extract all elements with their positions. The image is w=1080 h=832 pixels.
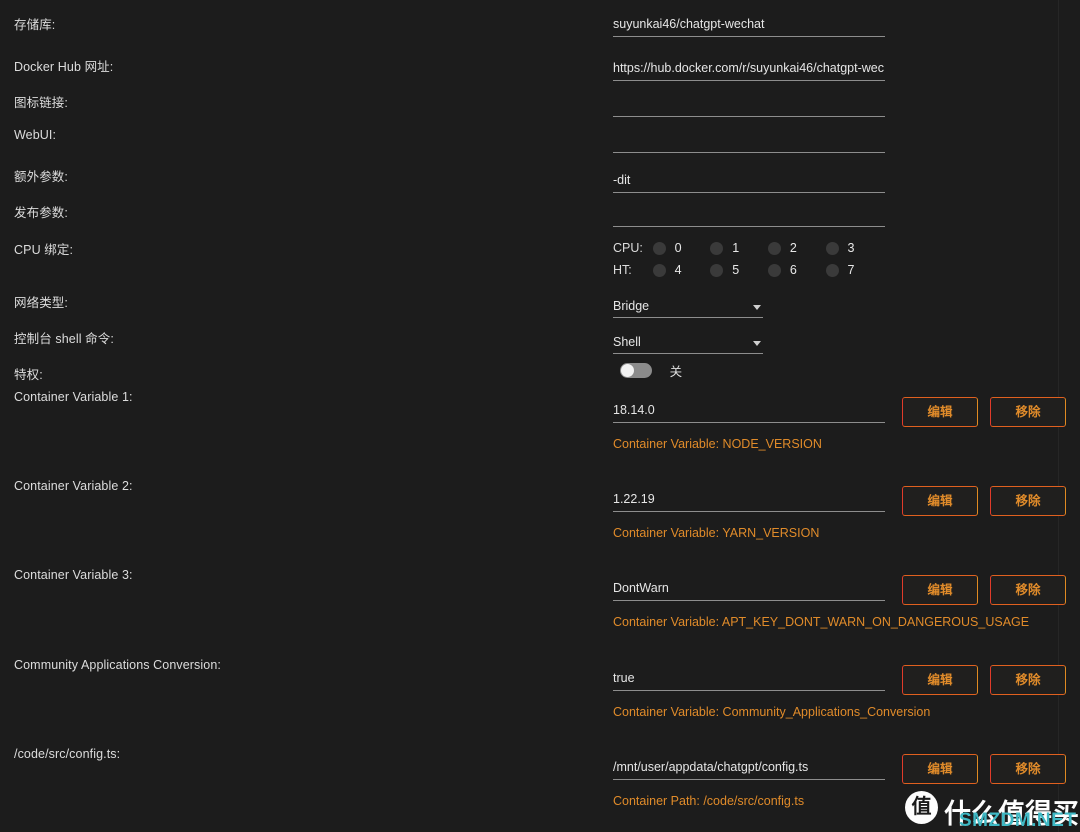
label-container-variable-3: Container Variable 3: bbox=[14, 568, 133, 582]
caption-community-conversion: Container Variable: Community_Applicatio… bbox=[613, 705, 931, 719]
community-conversion-value: true bbox=[613, 671, 635, 685]
privileged-toggle-state: 关 bbox=[669, 365, 683, 379]
ht-core-radio-6[interactable] bbox=[767, 263, 781, 277]
cpu-core-label-1: 1 bbox=[732, 241, 740, 256]
icon-url-input[interactable] bbox=[613, 88, 885, 117]
docker-hub-url-input-value: https://hub.docker.com/r/suyunkai46/chat… bbox=[613, 61, 884, 75]
network-type-select-value: Bridge bbox=[613, 299, 650, 313]
container-variable-2-input[interactable]: 1.22.19 bbox=[613, 483, 885, 512]
label-privileged: 特权: bbox=[14, 368, 43, 382]
cpu-pinning-grid: CPU: 0 1 2 3 HT: 4 5 6 7 bbox=[613, 239, 880, 283]
remove-button-config-ts[interactable]: 移除 bbox=[990, 754, 1066, 784]
repository-input-value: suyunkai46/chatgpt-wechat bbox=[613, 17, 765, 31]
webui-input[interactable] bbox=[613, 124, 885, 153]
cpu-core-cell[interactable]: 0 bbox=[652, 240, 707, 256]
label-console-shell: 控制台 shell 命令: bbox=[14, 332, 114, 346]
edit-button-config-ts[interactable]: 编辑 bbox=[902, 754, 978, 784]
label-docker-hub-url: Docker Hub 网址: bbox=[14, 60, 114, 74]
label-webui: WebUI: bbox=[14, 128, 57, 142]
container-variable-3-value: DontWarn bbox=[613, 581, 669, 595]
edit-button-variable-1[interactable]: 编辑 bbox=[902, 397, 978, 427]
label-repository: 存储库: bbox=[14, 18, 56, 32]
network-type-select[interactable]: Bridge bbox=[613, 291, 763, 318]
ht-core-radio-4[interactable] bbox=[652, 263, 666, 277]
ht-row-tag: HT: bbox=[613, 262, 632, 277]
ht-core-radio-5[interactable] bbox=[710, 263, 724, 277]
chevron-down-icon bbox=[753, 341, 761, 346]
label-container-variable-2: Container Variable 2: bbox=[14, 479, 133, 493]
ht-core-label-4: 4 bbox=[674, 263, 682, 278]
cpu-core-radio-2[interactable] bbox=[767, 241, 781, 255]
config-ts-host-path-value: /mnt/user/appdata/chatgpt/config.ts bbox=[613, 760, 809, 774]
repository-input[interactable]: suyunkai46/chatgpt-wechat bbox=[613, 8, 885, 37]
extra-parameters-input[interactable]: -dit bbox=[613, 164, 885, 193]
label-post-arguments: 发布参数: bbox=[14, 206, 68, 220]
ht-core-radio-7[interactable] bbox=[825, 263, 839, 277]
privileged-toggle[interactable] bbox=[620, 363, 652, 378]
container-variable-1-value: 18.14.0 bbox=[613, 403, 655, 417]
label-container-variable-1: Container Variable 1: bbox=[14, 390, 133, 404]
container-variable-3-input[interactable]: DontWarn bbox=[613, 572, 885, 601]
caption-config-ts-container-path: Container Path: /code/src/config.ts bbox=[613, 794, 805, 808]
remove-button-variable-2[interactable]: 移除 bbox=[990, 486, 1066, 516]
cpu-row-tag: CPU: bbox=[613, 240, 643, 255]
watermark-site: SMZDM.NET bbox=[959, 810, 1077, 831]
cpu-core-label-3: 3 bbox=[847, 241, 855, 256]
community-conversion-input[interactable]: true bbox=[613, 662, 885, 691]
label-network-type: 网络类型: bbox=[14, 296, 68, 310]
caption-container-variable-1: Container Variable: NODE_VERSION bbox=[613, 437, 822, 451]
docker-hub-url-input[interactable]: https://hub.docker.com/r/suyunkai46/chat… bbox=[613, 52, 885, 81]
cpu-core-radio-1[interactable] bbox=[710, 241, 724, 255]
label-config-ts-path: /code/src/config.ts: bbox=[14, 747, 121, 761]
cpu-core-cell[interactable]: 1 bbox=[710, 240, 764, 256]
cpu-core-label-2: 2 bbox=[789, 241, 797, 256]
cpu-pinning-row-cpu: CPU: 0 1 2 3 bbox=[613, 239, 880, 261]
edit-button-community-conversion[interactable]: 编辑 bbox=[902, 665, 978, 695]
label-icon-url: 图标链接: bbox=[14, 96, 68, 110]
ht-core-label-6: 6 bbox=[789, 263, 797, 278]
ht-core-cell[interactable]: 5 bbox=[710, 262, 764, 278]
remove-button-variable-3[interactable]: 移除 bbox=[990, 575, 1066, 605]
cpu-core-radio-0[interactable] bbox=[652, 241, 666, 255]
cpu-core-cell[interactable]: 3 bbox=[825, 240, 880, 256]
label-extra-parameters: 额外参数: bbox=[14, 170, 68, 184]
watermark: 值 什么值得买 SMZDM.NET bbox=[903, 786, 1079, 832]
cpu-pinning-row-ht: HT: 4 5 6 7 bbox=[613, 261, 880, 283]
label-community-applications-conversion: Community Applications Conversion: bbox=[14, 658, 221, 672]
container-variable-2-value: 1.22.19 bbox=[613, 492, 655, 506]
watermark-badge-icon: 值 bbox=[905, 791, 938, 824]
remove-button-community-conversion[interactable]: 移除 bbox=[990, 665, 1066, 695]
remove-button-variable-1[interactable]: 移除 bbox=[990, 397, 1066, 427]
ht-core-cell[interactable]: 4 bbox=[652, 262, 707, 278]
console-shell-select[interactable]: Shell bbox=[613, 327, 763, 354]
docker-container-settings-page: 存储库: suyunkai46/chatgpt-wechat Docker Hu… bbox=[0, 0, 1080, 832]
cpu-core-label-0: 0 bbox=[674, 241, 682, 256]
edit-button-variable-3[interactable]: 编辑 bbox=[902, 575, 978, 605]
ht-core-label-5: 5 bbox=[732, 263, 740, 278]
ht-core-label-7: 7 bbox=[847, 263, 855, 278]
edit-button-variable-2[interactable]: 编辑 bbox=[902, 486, 978, 516]
cpu-core-cell[interactable]: 2 bbox=[767, 240, 822, 256]
chevron-down-icon bbox=[753, 305, 761, 310]
label-cpu-pinning: CPU 绑定: bbox=[14, 243, 74, 257]
extra-parameters-input-value: -dit bbox=[613, 173, 631, 187]
caption-container-variable-3: Container Variable: APT_KEY_DONT_WARN_ON… bbox=[613, 615, 1030, 629]
post-arguments-input[interactable] bbox=[613, 198, 885, 227]
toggle-knob bbox=[621, 364, 634, 377]
cpu-core-radio-3[interactable] bbox=[825, 241, 839, 255]
container-variable-1-input[interactable]: 18.14.0 bbox=[613, 394, 885, 423]
privileged-toggle-group[interactable]: 关 bbox=[620, 361, 682, 381]
console-shell-select-value: Shell bbox=[613, 335, 641, 349]
caption-container-variable-2: Container Variable: YARN_VERSION bbox=[613, 526, 820, 540]
ht-core-cell[interactable]: 7 bbox=[825, 262, 880, 278]
ht-core-cell[interactable]: 6 bbox=[767, 262, 822, 278]
config-ts-host-path-input[interactable]: /mnt/user/appdata/chatgpt/config.ts bbox=[613, 751, 885, 780]
